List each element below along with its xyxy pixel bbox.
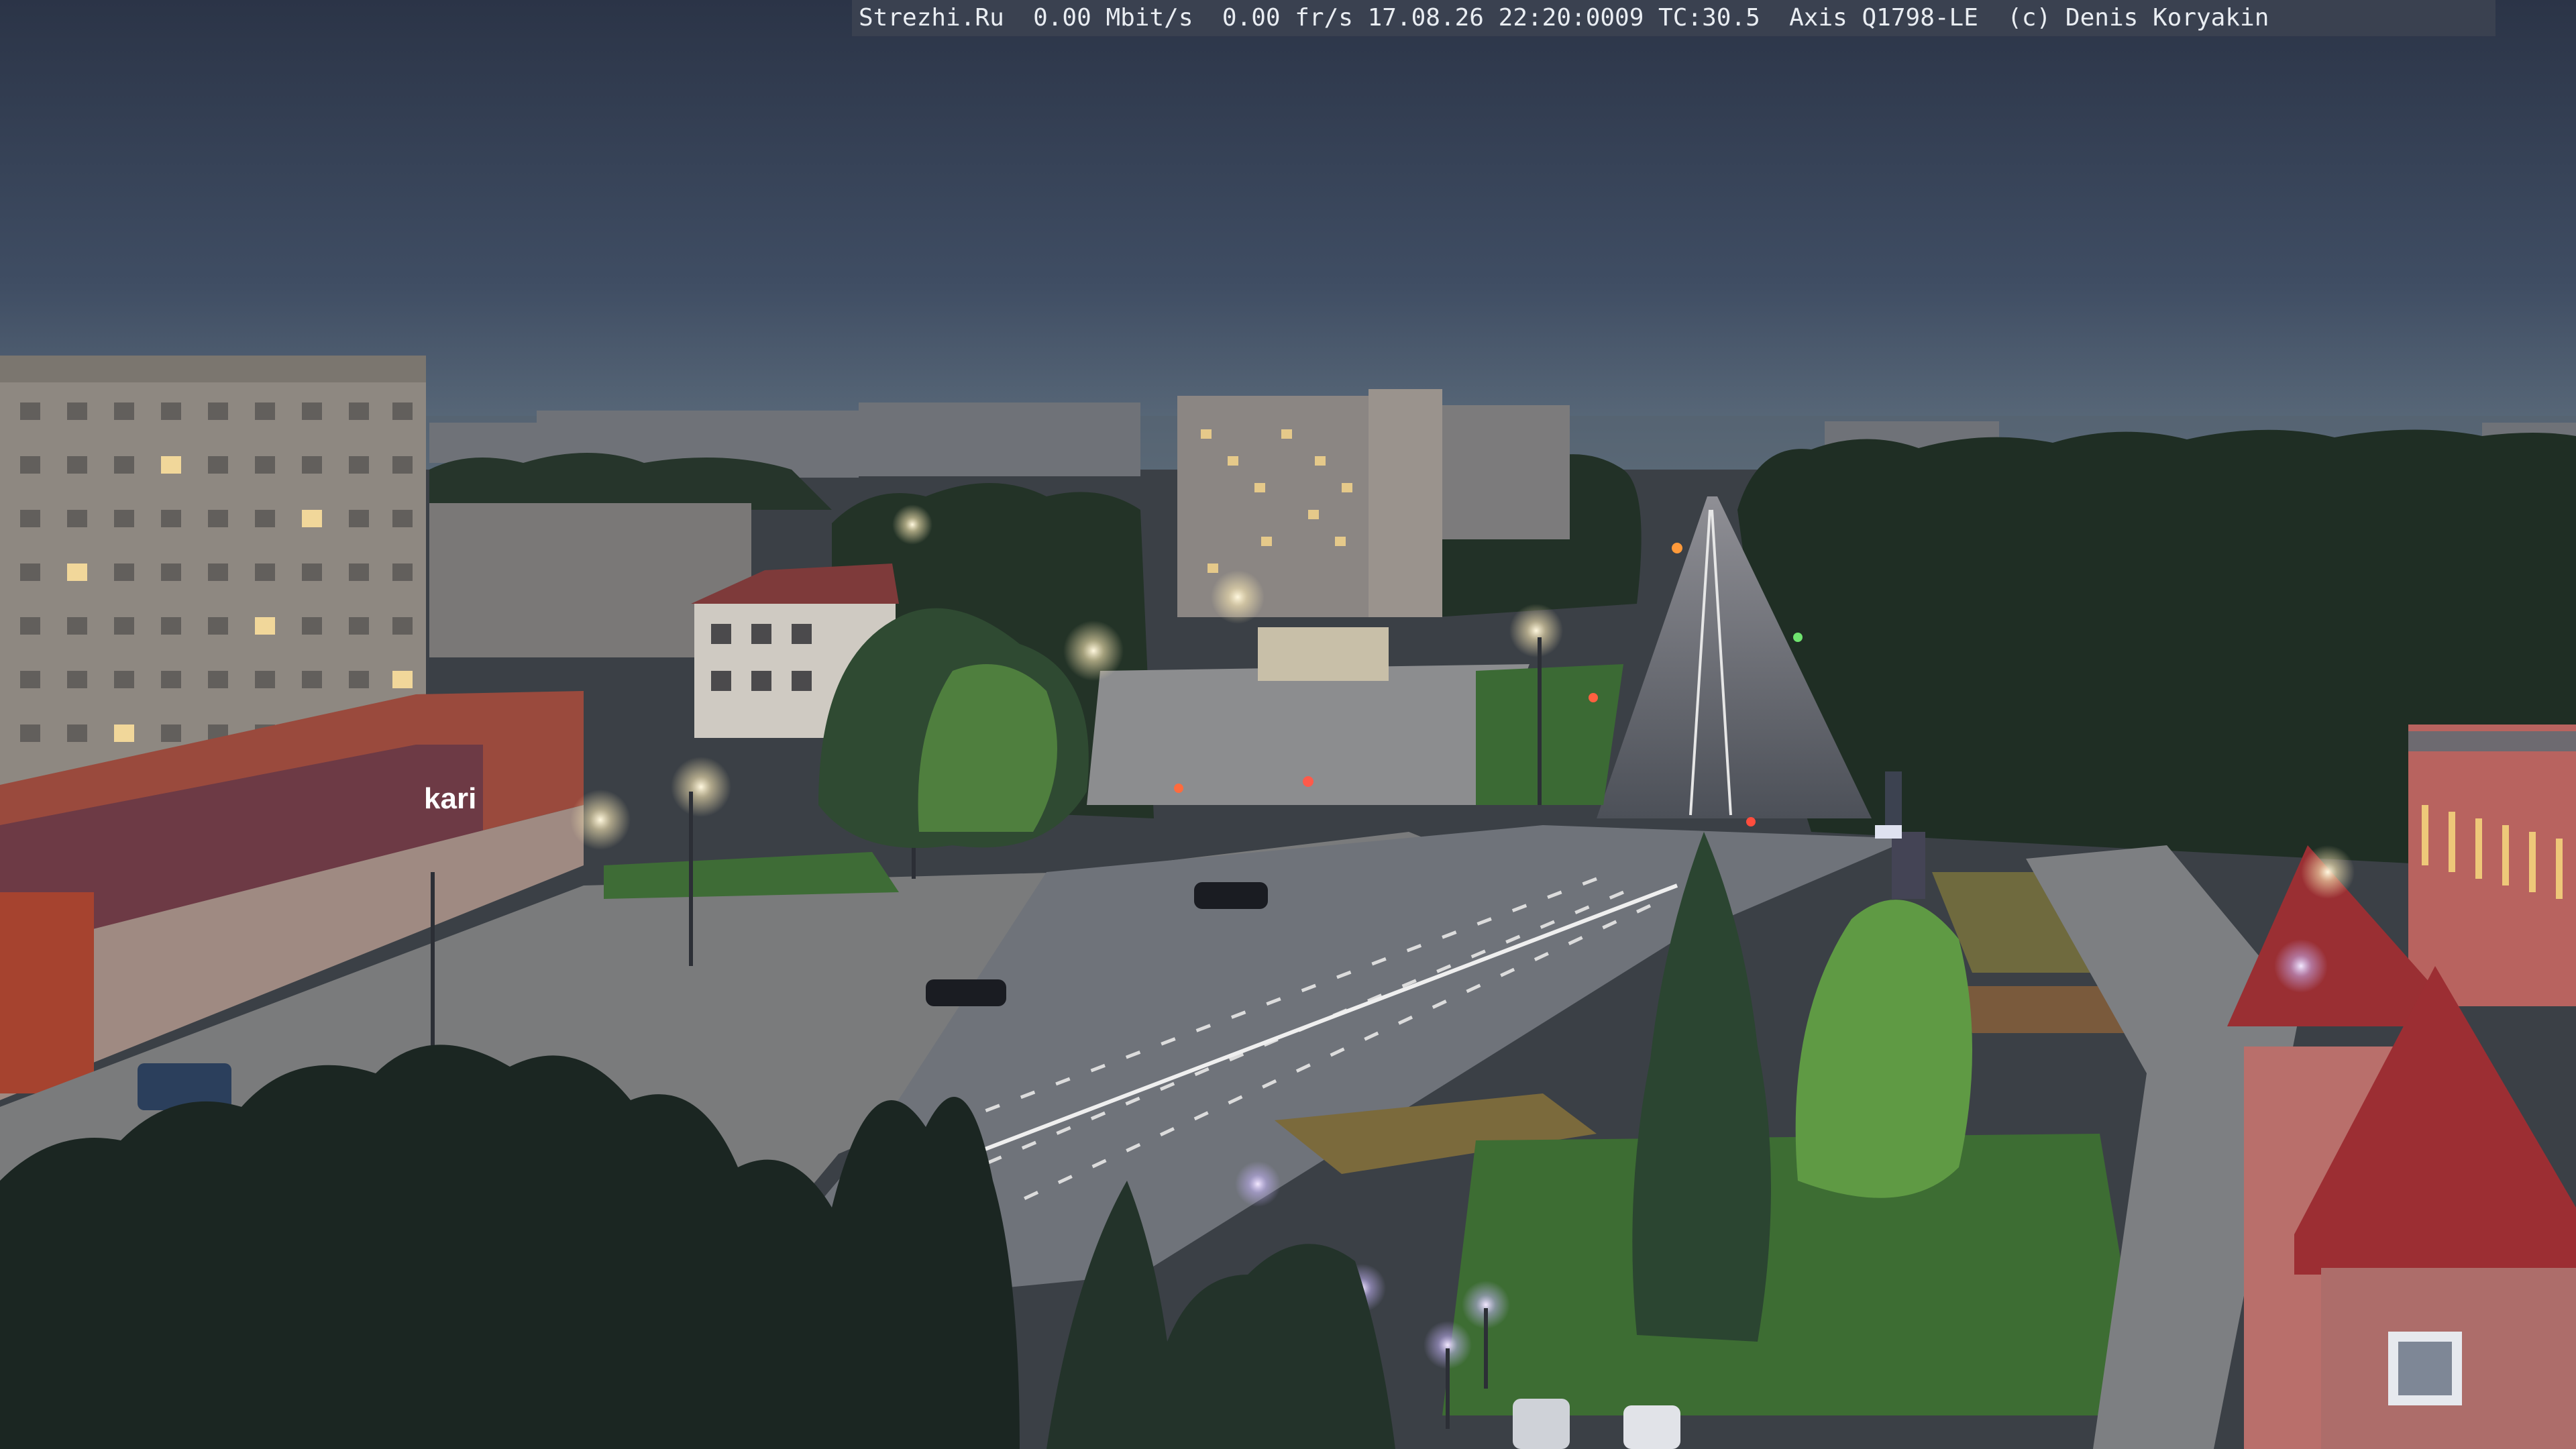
lawn-avenue-left xyxy=(1476,664,1623,805)
camera-status-overlay: Strezhi.Ru 0.00 Mbit/s 0.00 fr/s 17.08.2… xyxy=(852,0,2496,36)
lawn-right xyxy=(1442,1134,2147,1415)
city-night-scene: kari xyxy=(0,0,2576,1449)
kari-store-sign: kari xyxy=(424,782,476,815)
webcam-frame: kari Strezhi.Ru 0.00 Mbit/s 0.00 fr/s 17… xyxy=(0,0,2576,1449)
kiosk-building xyxy=(1258,627,1389,681)
